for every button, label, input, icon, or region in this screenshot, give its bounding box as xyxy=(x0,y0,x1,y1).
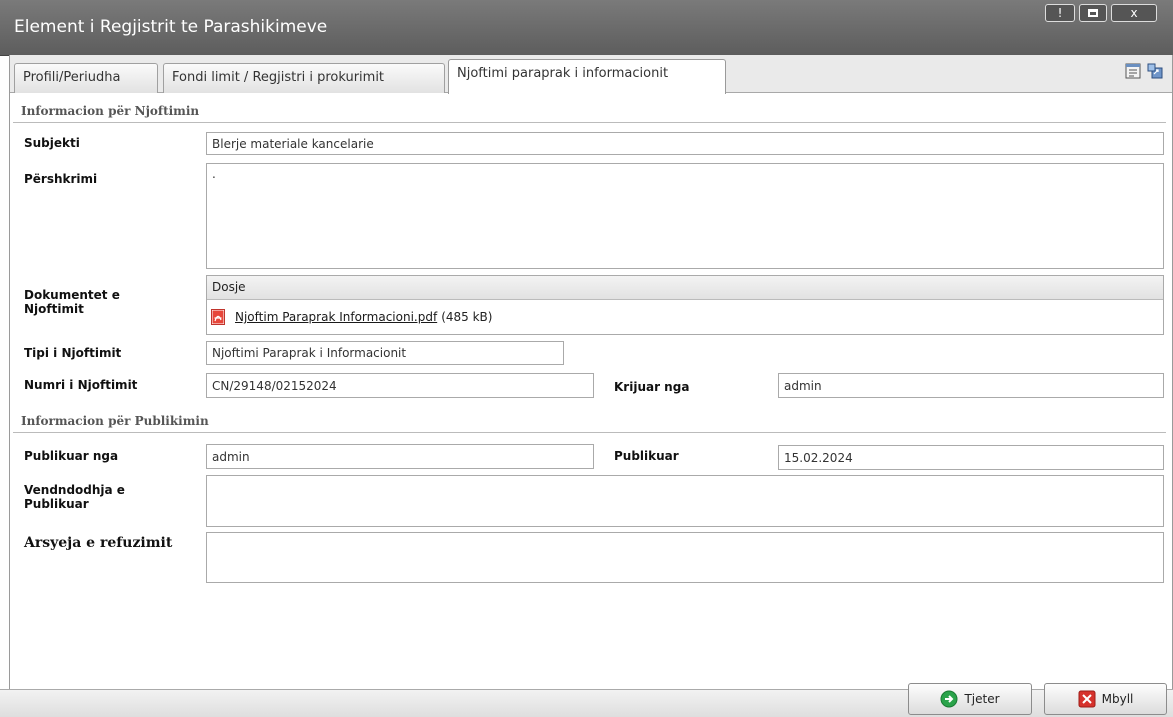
label-tipi: Tipi i Njoftimit xyxy=(24,346,122,360)
label-krijuar: Krijuar nga xyxy=(614,380,690,394)
tab-strip: Profili/Periudha Fondi limit / Regjistri… xyxy=(10,55,1172,94)
vendndodhja-textarea[interactable] xyxy=(206,475,1164,527)
window-title: Element i Regjistrit te Parashikimeve xyxy=(14,17,328,37)
label-publikuar: Publikuar xyxy=(614,449,679,463)
next-button[interactable]: Tjeter xyxy=(908,683,1032,715)
label-publikuar-nga: Publikuar nga xyxy=(24,449,119,463)
label-subjekti: Subjekti xyxy=(24,136,80,150)
window-controls: ! x xyxy=(1045,4,1157,22)
label-dokumentet: Dokumentet e Njoftimit xyxy=(24,288,120,316)
tipi-field[interactable] xyxy=(206,341,564,365)
pdf-icon xyxy=(211,309,225,325)
document-size: (485 kB) xyxy=(441,310,493,324)
title-bar[interactable]: Element i Regjistrit te Parashikimeve ! … xyxy=(0,0,1173,56)
tab-profili[interactable]: Profili/Periudha xyxy=(14,63,158,93)
next-button-label: Tjeter xyxy=(964,692,1000,706)
numri-field[interactable] xyxy=(206,373,594,398)
close-icon xyxy=(1078,690,1096,708)
subjekti-field[interactable] xyxy=(206,132,1164,155)
maximize-icon xyxy=(1088,9,1098,17)
export-icon[interactable] xyxy=(1146,62,1164,80)
krijuar-field[interactable] xyxy=(778,373,1164,398)
documents-table: Dosje Njoftim Paraprak Informacioni.pdf … xyxy=(206,275,1164,335)
document-row: Njoftim Paraprak Informacioni.pdf (485 k… xyxy=(207,300,1163,334)
info-button[interactable]: ! xyxy=(1045,4,1075,22)
arsyeja-textarea[interactable] xyxy=(206,532,1164,583)
document-link[interactable]: Njoftim Paraprak Informacioni.pdf xyxy=(235,310,437,324)
section-notice-info: Informacion për Njoftimin xyxy=(13,102,1166,123)
maximize-button[interactable] xyxy=(1079,4,1107,22)
report-icon[interactable] xyxy=(1124,62,1142,80)
section-publication-info: Informacion për Publikimin xyxy=(13,412,1166,433)
tab-fondi-limit[interactable]: Fondi limit / Regjistri i prokurimit xyxy=(163,63,445,93)
close-button[interactable]: Mbyll xyxy=(1044,683,1167,715)
label-arsyeja: Arsyeja e refuzimit xyxy=(24,535,173,551)
documents-column-header: Dosje xyxy=(207,276,1163,300)
publikuar-nga-field[interactable] xyxy=(206,444,594,469)
tab-njoftimi-paraprak[interactable]: Njoftimi paraprak i informacionit xyxy=(448,59,726,94)
label-pershkrimi: Përshkrimi xyxy=(24,172,98,186)
arrow-right-icon xyxy=(940,690,958,708)
dialog-window: Element i Regjistrit te Parashikimeve ! … xyxy=(0,0,1173,717)
label-vendndodhja: Vendndodhja e Publikuar xyxy=(24,483,125,511)
label-numri: Numri i Njoftimit xyxy=(24,378,138,392)
close-window-button[interactable]: x xyxy=(1111,4,1157,22)
tab-toolbar xyxy=(1124,62,1164,80)
pershkrimi-textarea[interactable]: . xyxy=(206,163,1164,269)
close-button-label: Mbyll xyxy=(1101,692,1134,706)
publikuar-field[interactable] xyxy=(778,445,1164,470)
